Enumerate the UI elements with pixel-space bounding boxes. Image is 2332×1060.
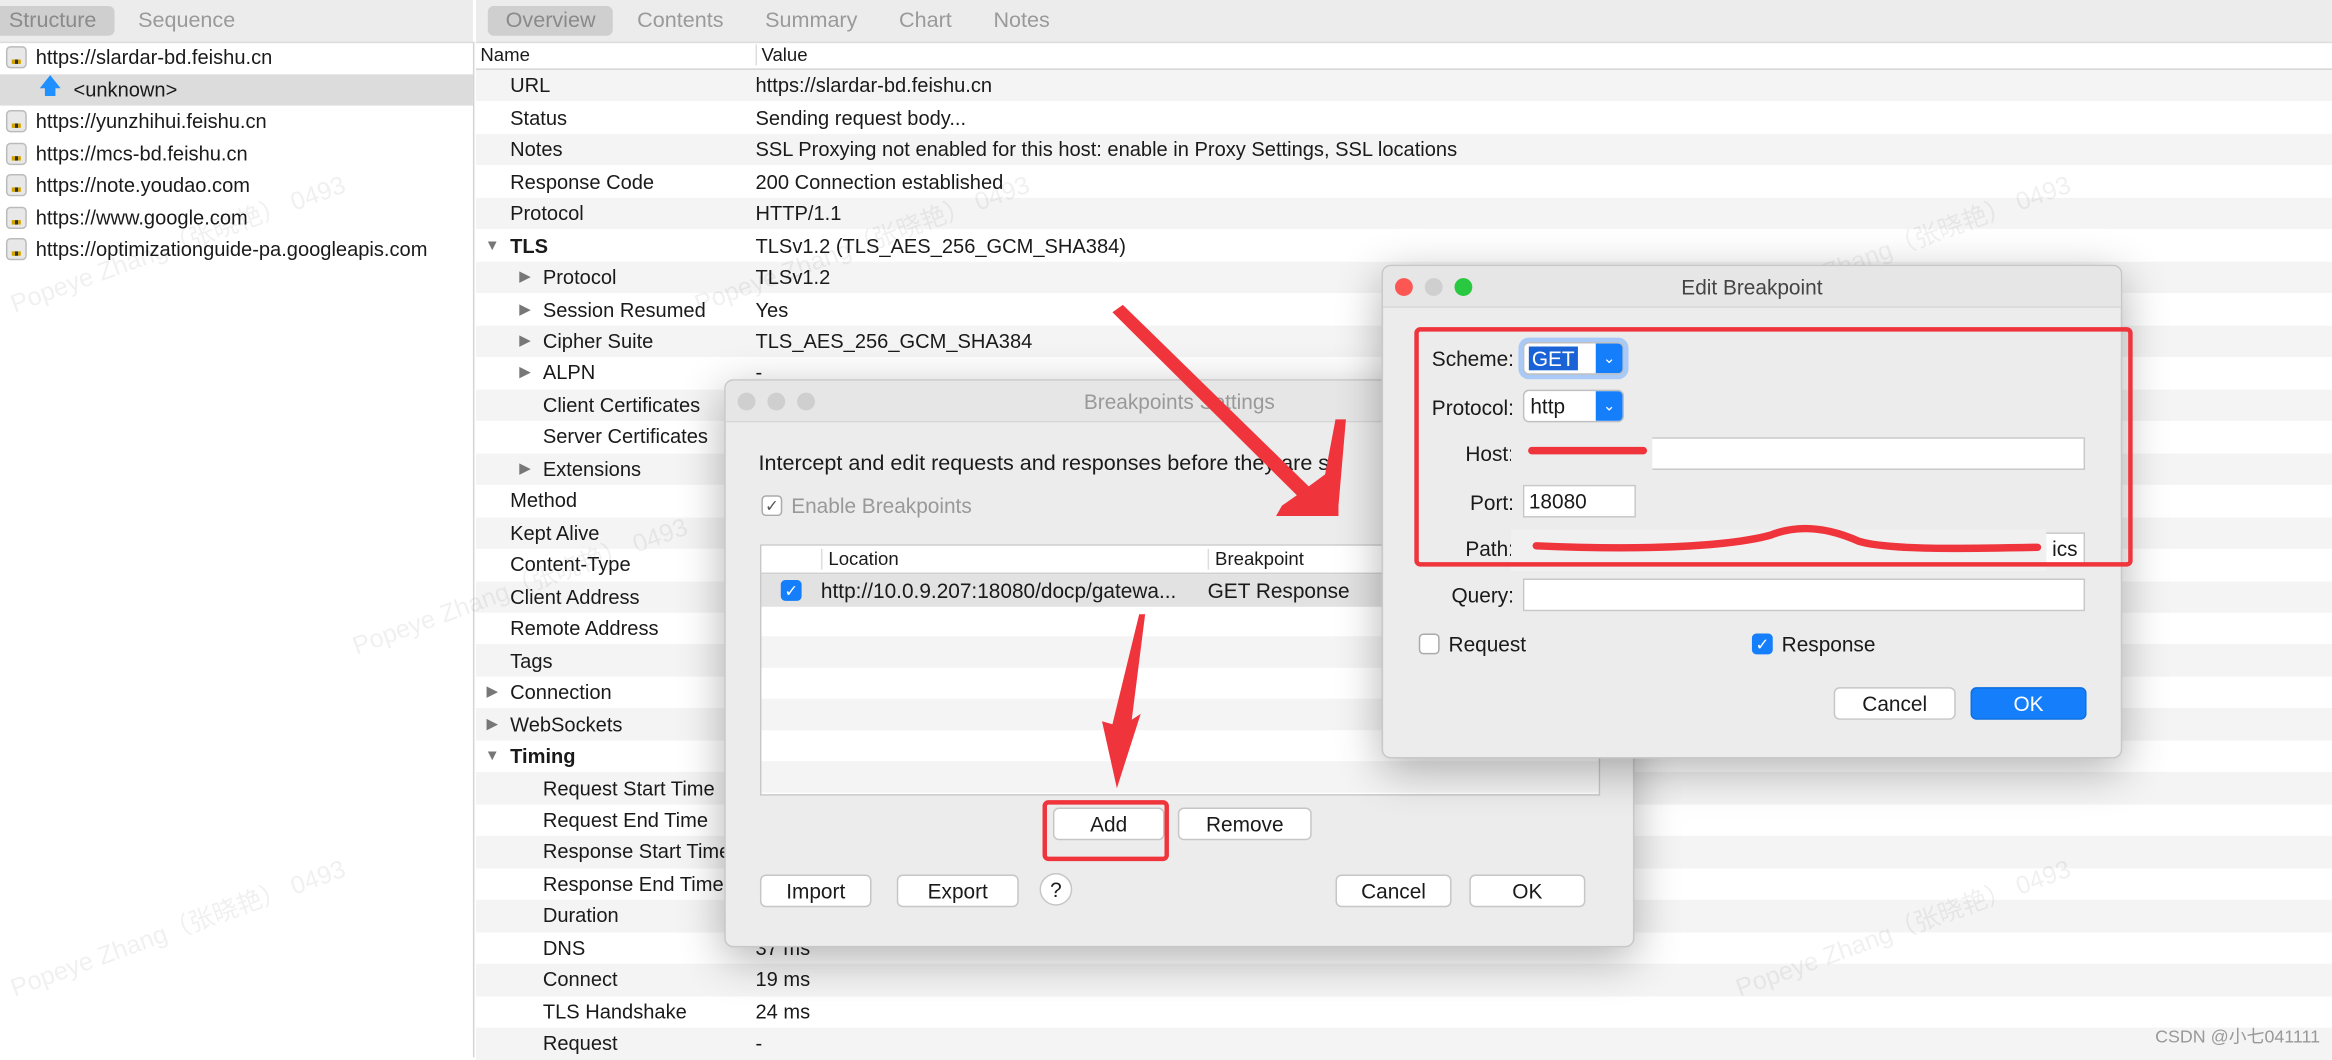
red-arrow-icon <box>1112 304 1346 517</box>
red-scribble <box>1532 524 2042 553</box>
annotation-arrows <box>1102 304 2042 789</box>
charles-window: Structure Sequence Overview Contents Sum… <box>0 0 2332 1060</box>
credit-text: CSDN @小七041111 <box>2155 1026 2321 1047</box>
red-arrow-icon <box>1102 614 1146 789</box>
